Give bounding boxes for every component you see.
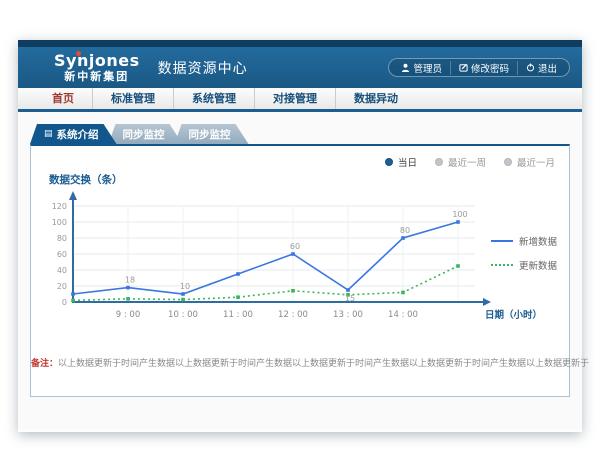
nav-item-standard-mgmt[interactable]: 标准管理	[92, 88, 173, 109]
user-icon	[401, 63, 410, 72]
footnote-text: 以上数据更新于时间产生数据以上数据更新于时间产生数据以上数据更新于时间产生数据以…	[58, 359, 589, 369]
svg-text:40: 40	[57, 266, 67, 275]
line-chart: 0 20 40 60 80 100 120 18 10 60 15 80 100 9 : 00 10 : 0…	[39, 190, 559, 326]
logo-accent-dot	[76, 51, 81, 56]
header: Synjones 新中新集团 数据资源中心 管理员 修改密码 退出	[18, 47, 582, 88]
logo-subtitle: 新中新集团	[54, 71, 140, 82]
admin-user-button[interactable]: 管理员	[393, 61, 450, 75]
legend-item-new-data[interactable]: 新增数据	[491, 234, 557, 248]
logout-button[interactable]: 退出	[517, 61, 565, 75]
svg-text:10 : 00: 10 : 00	[168, 310, 198, 320]
page-title: 数据资源中心	[158, 58, 248, 78]
tabs-row: ▤ 系统介绍 同步监控 同步监控	[30, 124, 249, 144]
svg-text:12 : 00: 12 : 00	[278, 310, 308, 320]
chart-panel: 当日 最近一周 最近一月 数据交换（条） 0 20 40 60 80 100 120 18 10…	[30, 144, 570, 397]
user-toolbar: 管理员 修改密码 退出	[388, 58, 570, 77]
radio-dot-icon	[435, 158, 443, 166]
svg-text:100: 100	[452, 210, 467, 219]
svg-text:60: 60	[57, 250, 67, 259]
filter-label: 最近一月	[517, 155, 555, 169]
tab-label: 同步监控	[189, 127, 231, 142]
line-swatch-icon	[491, 240, 513, 242]
svg-text:20: 20	[57, 282, 67, 291]
radio-dot-icon	[504, 158, 512, 166]
dotted-line-swatch-icon	[491, 264, 513, 266]
tab-label: 同步监控	[123, 127, 165, 142]
nav-item-system-mgmt[interactable]: 系统管理	[173, 88, 254, 109]
change-password-label: 修改密码	[471, 61, 509, 75]
svg-text:10: 10	[180, 282, 190, 291]
filter-last-month[interactable]: 最近一月	[504, 155, 555, 169]
logout-label: 退出	[538, 61, 557, 75]
legend-item-update-data[interactable]: 更新数据	[491, 258, 557, 272]
svg-text:80: 80	[400, 226, 410, 235]
svg-text:14 : 00: 14 : 00	[388, 310, 418, 320]
filter-label: 最近一周	[448, 155, 486, 169]
logo-text: Synjones	[54, 53, 140, 69]
legend-label: 新增数据	[519, 234, 557, 248]
change-password-button[interactable]: 修改密码	[450, 61, 517, 75]
y-axis-title: 数据交换（条）	[49, 172, 123, 187]
tab-system-intro[interactable]: ▤ 系统介绍	[30, 124, 117, 144]
svg-text:11 : 00: 11 : 00	[223, 310, 253, 320]
document-icon: ▤	[44, 129, 53, 139]
edit-icon	[459, 63, 468, 72]
footnote: 备注：以上数据更新于时间产生数据以上数据更新于时间产生数据以上数据更新于时间产生…	[31, 356, 569, 369]
svg-text:0: 0	[62, 298, 67, 307]
svg-text:80: 80	[57, 234, 67, 243]
nav-item-data-change[interactable]: 数据异动	[335, 88, 416, 109]
main-nav: 首页 标准管理 系统管理 对接管理 数据异动	[18, 88, 582, 112]
svg-text:100: 100	[52, 218, 67, 227]
top-strip	[18, 40, 582, 47]
svg-text:9 : 00: 9 : 00	[116, 310, 141, 320]
svg-text:13 : 00: 13 : 00	[333, 310, 363, 320]
filter-last-week[interactable]: 最近一周	[435, 155, 486, 169]
legend-label: 更新数据	[519, 258, 557, 272]
svg-text:120: 120	[52, 202, 67, 211]
logout-icon	[526, 63, 535, 72]
content-area: ▤ 系统介绍 同步监控 同步监控 当日 最近一周	[18, 112, 582, 429]
svg-text:18: 18	[125, 276, 135, 285]
user-label: 管理员	[413, 61, 442, 75]
filter-label: 当日	[398, 155, 417, 169]
tab-sync-monitor-1[interactable]: 同步监控	[109, 124, 183, 144]
nav-item-home[interactable]: 首页	[34, 88, 92, 109]
tab-label: 系统介绍	[57, 127, 99, 142]
filter-today[interactable]: 当日	[385, 155, 417, 169]
time-range-filter: 当日 最近一周 最近一月	[385, 155, 555, 169]
svg-text:日期（小时）: 日期（小时）	[485, 309, 542, 321]
brand-logo: Synjones 新中新集团	[54, 53, 140, 82]
tab-sync-monitor-2[interactable]: 同步监控	[175, 124, 249, 144]
radio-dot-icon	[385, 158, 393, 166]
nav-item-interface-mgmt[interactable]: 对接管理	[254, 88, 335, 109]
footnote-label: 备注：	[31, 359, 58, 369]
svg-text:60: 60	[290, 242, 300, 251]
chart-legend: 新增数据 更新数据	[491, 234, 557, 272]
page-card: Synjones 新中新集团 数据资源中心 管理员 修改密码 退出 首页 标准管…	[18, 40, 582, 432]
svg-text:15: 15	[345, 294, 355, 303]
